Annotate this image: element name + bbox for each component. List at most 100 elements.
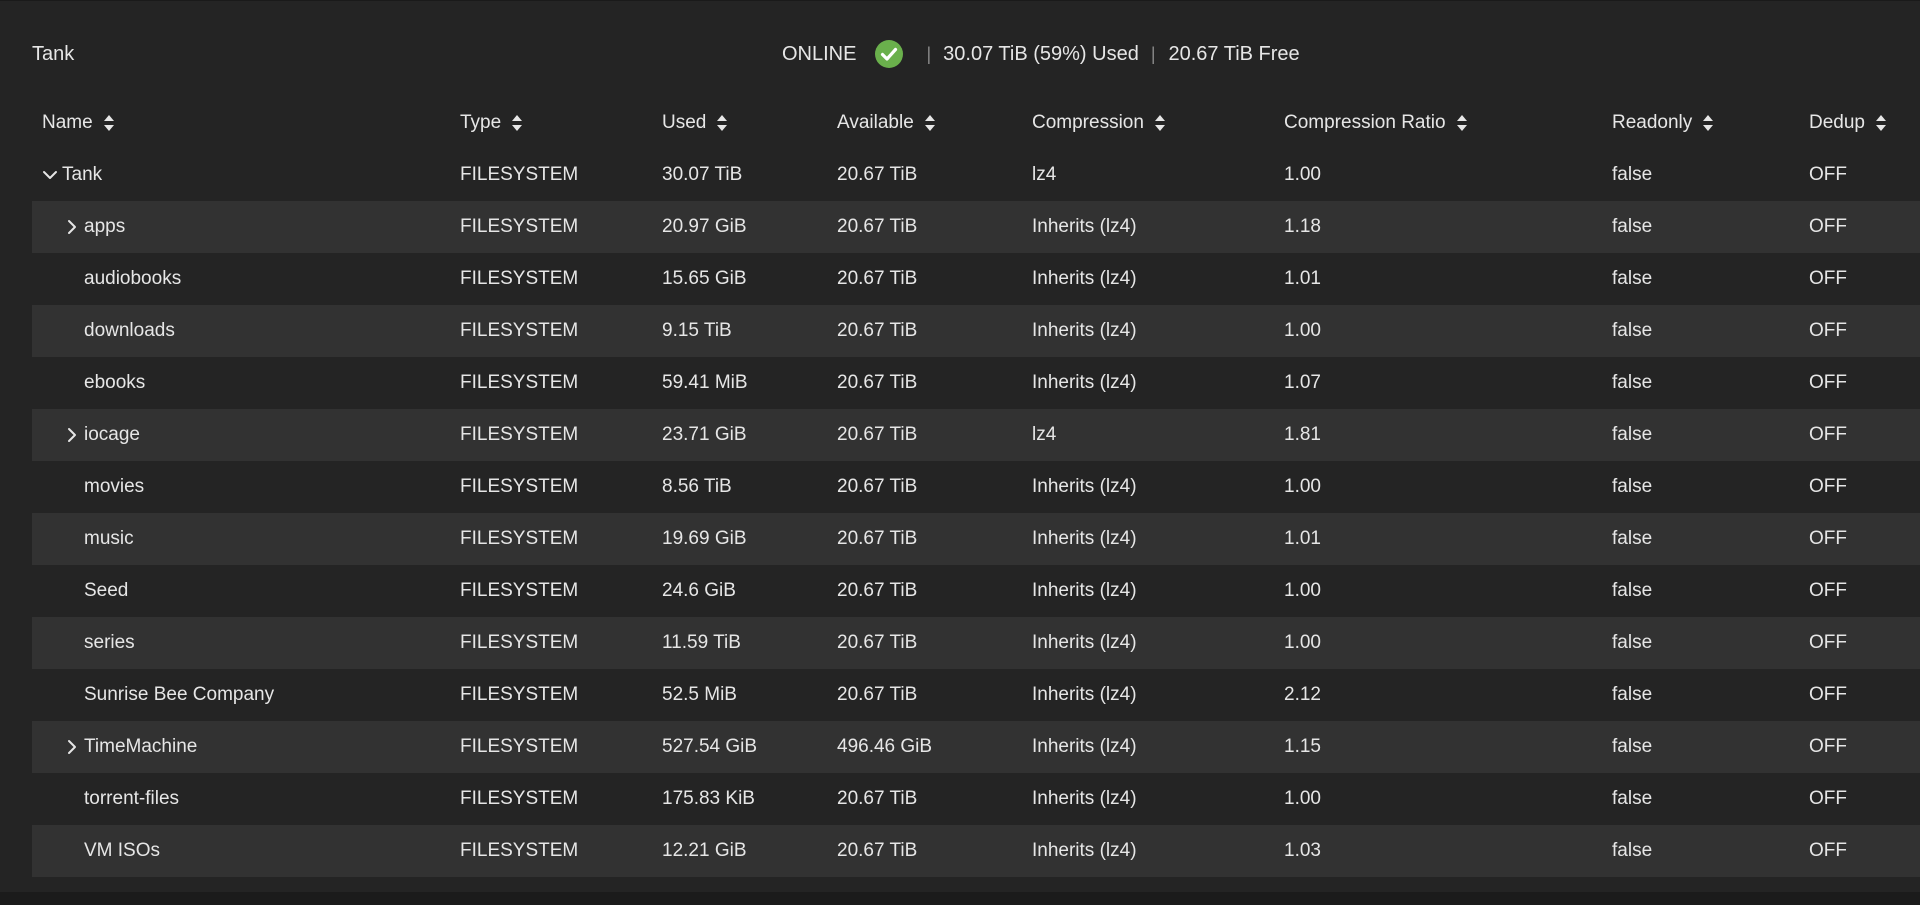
column-header-used[interactable]: Used [662, 97, 822, 149]
cell-dedup: OFF [1809, 268, 1847, 289]
cell-compression: Inherits (lz4) [1032, 320, 1137, 341]
column-header-label: Readonly [1612, 112, 1693, 133]
cell-type: FILESYSTEM [460, 580, 579, 601]
status-separator: | [926, 43, 932, 64]
cell-compression: Inherits (lz4) [1032, 788, 1137, 809]
cell-type: FILESYSTEM [460, 164, 579, 185]
column-header-compression-ratio[interactable]: Compression Ratio [1284, 97, 1584, 149]
sort-arrows-icon [1456, 115, 1467, 131]
chevron-right-icon[interactable] [64, 219, 80, 235]
cell-readonly: false [1612, 476, 1653, 497]
column-header-label: Compression [1032, 112, 1144, 133]
cell-available: 496.46 GiB [837, 736, 933, 757]
cell-dedup: OFF [1809, 320, 1847, 341]
cell-dedup: OFF [1809, 164, 1847, 185]
cell-type: FILESYSTEM [460, 476, 579, 497]
cell-compression: Inherits (lz4) [1032, 372, 1137, 393]
column-header-label: Name [42, 112, 93, 133]
cell-dedup: OFF [1809, 476, 1847, 497]
cell-compression: Inherits (lz4) [1032, 684, 1137, 705]
table-row[interactable]: movies FILESYSTEM 8.56 TiB 20.67 TiB Inherit… [32, 461, 1920, 513]
table-header-row: Name Type Used Available Compression Com… [32, 97, 1920, 149]
column-header-label: Type [460, 112, 502, 133]
cell-name: apps [42, 201, 464, 253]
cell-readonly: false [1612, 580, 1653, 601]
cell-available: 20.67 TiB [837, 164, 918, 185]
cell-readonly: false [1612, 632, 1653, 653]
cell-type: FILESYSTEM [460, 372, 579, 393]
table-row[interactable]: Seed FILESYSTEM 24.6 GiB 20.67 TiB Inherits … [32, 565, 1920, 617]
cell-name: VM ISOs [42, 825, 464, 877]
cell-compression-ratio: 1.81 [1284, 424, 1321, 445]
column-header-type[interactable]: Type [460, 97, 650, 149]
table-row[interactable]: series FILESYSTEM 11.59 TiB 20.67 TiB Inheri… [32, 617, 1920, 669]
sort-arrows-icon [1154, 115, 1165, 131]
column-header-available[interactable]: Available [837, 97, 1017, 149]
cell-available: 20.67 TiB [837, 268, 918, 289]
cell-readonly: false [1612, 528, 1653, 549]
table-row[interactable]: downloads FILESYSTEM 9.15 TiB 20.67 TiB Inhe… [32, 305, 1920, 357]
cell-compression: Inherits (lz4) [1032, 632, 1137, 653]
chevron-right-icon[interactable] [64, 739, 80, 755]
cell-used: 30.07 TiB [662, 164, 743, 185]
sort-arrows-icon [512, 115, 523, 131]
cell-readonly: false [1612, 320, 1653, 341]
cell-used: 23.71 GiB [662, 424, 747, 445]
table-row[interactable]: music FILESYSTEM 19.69 GiB 20.67 TiB Inherit… [32, 513, 1920, 565]
column-header-dedup[interactable]: Dedup [1809, 97, 1919, 149]
table-row[interactable]: Tank FILESYSTEM 30.07 TiB 20.67 TiB lz4 1.00 f… [32, 149, 1920, 201]
cell-readonly: false [1612, 268, 1653, 289]
table-row[interactable]: iocage FILESYSTEM 23.71 GiB 20.67 TiB lz4 1.8… [32, 409, 1920, 461]
chevron-right-icon[interactable] [64, 427, 80, 443]
cell-type: FILESYSTEM [460, 268, 579, 289]
cell-name: audiobooks [42, 253, 464, 305]
cell-used: 52.5 MiB [662, 684, 737, 705]
table-row[interactable]: torrent-files FILESYSTEM 175.83 KiB 20.67 T… [32, 773, 1920, 825]
cell-available: 20.67 TiB [837, 216, 918, 237]
pool-header: Tank ONLINE | 30.07 TiB (59%) Used | 20.… [0, 29, 1920, 79]
cell-compression-ratio: 1.00 [1284, 164, 1321, 185]
column-header-compression[interactable]: Compression [1032, 97, 1272, 149]
cell-compression: Inherits (lz4) [1032, 840, 1137, 861]
dataset-name: audiobooks [84, 268, 182, 289]
cell-name: TimeMachine [42, 721, 464, 773]
cell-available: 20.67 TiB [837, 528, 918, 549]
table-row[interactable]: TimeMachine FILESYSTEM 527.54 GiB 496.46 Gi… [32, 721, 1920, 773]
dataset-name: movies [84, 476, 145, 497]
pool-used-summary: 30.07 TiB (59%) Used [943, 42, 1139, 65]
cell-dedup: OFF [1809, 528, 1847, 549]
column-header-name[interactable]: Name [42, 97, 442, 149]
dataset-name: torrent-files [84, 788, 180, 809]
cell-readonly: false [1612, 736, 1653, 757]
cell-type: FILESYSTEM [460, 684, 579, 705]
cell-compression: Inherits (lz4) [1032, 268, 1137, 289]
cell-available: 20.67 TiB [837, 840, 918, 861]
cell-readonly: false [1612, 424, 1653, 445]
cell-readonly: false [1612, 372, 1653, 393]
table-row[interactable]: ebooks FILESYSTEM 59.41 MiB 20.67 TiB Inheri… [32, 357, 1920, 409]
cell-readonly: false [1612, 216, 1653, 237]
table-row[interactable]: audiobooks FILESYSTEM 15.65 GiB 20.67 TiB In… [32, 253, 1920, 305]
cell-compression: Inherits (lz4) [1032, 736, 1137, 757]
cell-available: 20.67 TiB [837, 320, 918, 341]
cell-dedup: OFF [1809, 580, 1847, 601]
status-separator: | [1150, 43, 1156, 64]
pool-name: Tank [32, 43, 75, 65]
cell-dedup: OFF [1809, 684, 1847, 705]
cell-used: 59.41 MiB [662, 372, 748, 393]
cell-used: 19.69 GiB [662, 528, 747, 549]
cell-name: movies [42, 461, 464, 513]
column-header-readonly[interactable]: Readonly [1612, 97, 1772, 149]
cell-used: 9.15 TiB [662, 320, 732, 341]
cell-used: 20.97 GiB [662, 216, 747, 237]
cell-dedup: OFF [1809, 216, 1847, 237]
table-row[interactable]: Sunrise Bee Company FILESYSTEM 52.5 MiB 20.… [32, 669, 1920, 721]
chevron-down-icon[interactable] [42, 167, 58, 183]
column-header-label: Available [837, 112, 914, 133]
table-row[interactable]: VM ISOs FILESYSTEM 12.21 GiB 20.67 TiB Inher… [32, 825, 1920, 877]
cell-readonly: false [1612, 840, 1653, 861]
cell-name: downloads [42, 305, 464, 357]
dataset-name: VM ISOs [84, 840, 161, 861]
table-row[interactable]: apps FILESYSTEM 20.97 GiB 20.67 TiB Inherits… [32, 201, 1920, 253]
cell-available: 20.67 TiB [837, 476, 918, 497]
